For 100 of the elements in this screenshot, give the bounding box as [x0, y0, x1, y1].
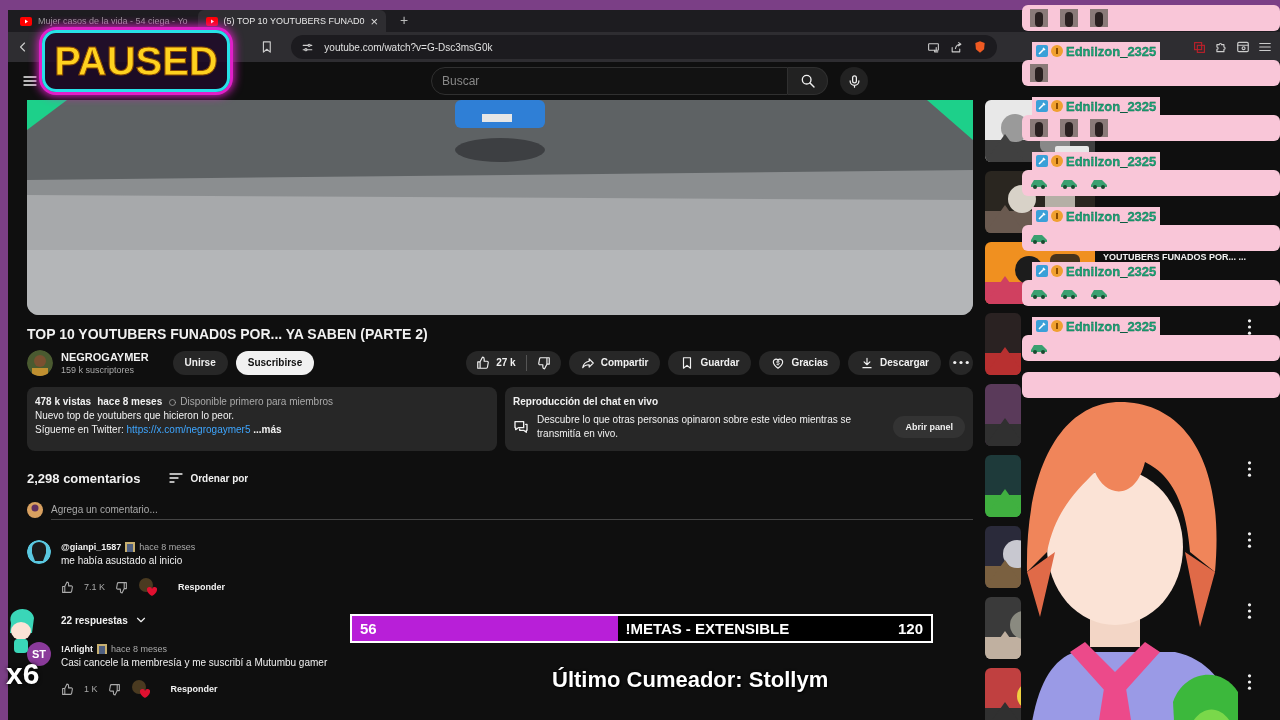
- portrait-emote-icon: [1090, 9, 1108, 27]
- more-icon[interactable]: [1246, 603, 1252, 619]
- replies-toggle[interactable]: 22 respuestas: [61, 612, 148, 628]
- address-bar[interactable]: youtube.com/watch?v=G-Dsc3msG0k: [291, 35, 997, 59]
- portrait-emote-icon: [1090, 119, 1108, 137]
- tool-badge-icon: [1036, 210, 1048, 222]
- car-emote-icon: [1090, 177, 1108, 189]
- coin-badge-icon: [1051, 45, 1063, 57]
- comment-text: me había asustado al inicio: [61, 554, 184, 568]
- car-emote-icon: [1030, 287, 1048, 299]
- member-badge-icon: [125, 542, 136, 552]
- chat-username: Ednilzon_2325: [1032, 317, 1161, 335]
- more-icon[interactable]: [1246, 461, 1252, 477]
- portrait-emote-icon: [1030, 64, 1048, 82]
- youtube-favicon-icon: [205, 16, 218, 26]
- video-title: TOP 10 YOUTUBERS FUNAD0S POR... YA SABEN (PARTE 2): [27, 325, 429, 343]
- channel-avatar[interactable]: [27, 349, 53, 376]
- chat-icon: [513, 419, 529, 435]
- channel-name[interactable]: NEGROGAYMER: [61, 350, 149, 363]
- like-icon[interactable]: [61, 580, 74, 594]
- more-link[interactable]: ...más: [253, 424, 282, 435]
- members-notice: Disponible primero para miembros: [180, 395, 334, 409]
- chat-username: Ednilzon_2325: [1032, 262, 1161, 280]
- search-field[interactable]: Buscar: [431, 67, 788, 95]
- sort-icon: [168, 470, 185, 486]
- sort-button[interactable]: Ordenar por: [168, 470, 249, 486]
- goal-label-suffix: - EXTENSIBLE: [685, 620, 790, 637]
- cast-icon[interactable]: [927, 40, 940, 54]
- save-button[interactable]: Guardar: [668, 350, 752, 375]
- reply-button[interactable]: Responder: [178, 582, 226, 592]
- shield-icon[interactable]: [973, 40, 987, 54]
- download-button[interactable]: Descargar: [848, 350, 941, 375]
- last-contributor-text: Último Cumeador: Stollym: [552, 667, 829, 692]
- comment-author[interactable]: @gianpi_1587: [61, 542, 122, 552]
- description-text: Nuevo top de youtubers que hicieron lo peor.: [35, 409, 236, 423]
- comment-time: hace 8 meses: [139, 542, 196, 552]
- comment-time: hace 8 meses: [111, 644, 168, 654]
- thanks-button[interactable]: Gracias: [759, 350, 841, 375]
- menu-icon[interactable]: [1258, 40, 1272, 54]
- car-emote-icon: [1030, 232, 1048, 244]
- like-button[interactable]: 27 k: [466, 355, 526, 370]
- goal-target: 120: [897, 620, 923, 637]
- reply-button[interactable]: Responder: [170, 684, 218, 694]
- creator-heart-icon: [130, 679, 151, 699]
- commenter-avatar[interactable]: [27, 540, 51, 564]
- microphone-button[interactable]: [840, 67, 868, 95]
- close-tab-button[interactable]: ×: [370, 13, 379, 29]
- chat-username: Ednilzon_2325: [1032, 152, 1161, 170]
- url-text: youtube.com/watch?v=G-Dsc3msG0k: [324, 41, 494, 53]
- like-count: 7.1 K: [84, 582, 105, 592]
- download-icon: [860, 355, 875, 370]
- open-panel-button[interactable]: Abrir panel: [893, 416, 965, 438]
- portrait-emote-icon: [1060, 119, 1078, 137]
- coin-badge-icon: [1051, 155, 1063, 167]
- chat-username: Ednilzon_2325: [1032, 207, 1161, 225]
- coin-badge-icon: [1051, 210, 1063, 222]
- dislike-icon: [536, 355, 551, 370]
- comment-count: 2,298 comentarios: [27, 470, 141, 486]
- car-emote-icon: [1030, 177, 1048, 189]
- creator-heart-icon: [138, 577, 158, 597]
- like-count: 1 K: [84, 684, 98, 694]
- goal-current: 56: [360, 620, 377, 637]
- car-emote-icon: [1060, 287, 1078, 299]
- tool-badge-icon: [1036, 100, 1048, 112]
- sidebar-icon[interactable]: [1236, 40, 1250, 54]
- goal-label: !METAS: [625, 620, 682, 637]
- coin-badge-icon: [1051, 265, 1063, 277]
- comment-author[interactable]: !Arlight: [61, 644, 93, 654]
- like-icon[interactable]: [61, 682, 74, 696]
- menu-icon[interactable]: [22, 73, 38, 89]
- subscribe-button[interactable]: Suscribirse: [235, 350, 315, 375]
- extensions-icon[interactable]: [1214, 40, 1228, 54]
- car-emote-icon: [1090, 287, 1108, 299]
- more-icon[interactable]: [1246, 674, 1252, 690]
- share-button[interactable]: Compartir: [568, 350, 661, 375]
- new-tab-button[interactable]: +: [394, 11, 415, 29]
- join-button[interactable]: Unirse: [172, 350, 228, 375]
- portrait-emote-icon: [1030, 119, 1048, 137]
- comment-text: Casi cancele la membresía y me suscribí a Mutumbu gamer: [61, 656, 328, 670]
- description-text: Sígueme en Twitter: https://x.com/negrogaymer5: [35, 424, 251, 435]
- browser-tab[interactable]: Mujer casos de la vida - 54 ciega - Yo: [12, 10, 196, 32]
- comment-field[interactable]: Agrega un comentario...: [51, 500, 973, 520]
- subscriber-count: 159 k suscriptores: [61, 364, 136, 375]
- video-title[interactable]: YOUTUBERS FUNADOS POR... ...: [1103, 252, 1246, 262]
- share-icon[interactable]: [950, 40, 963, 54]
- portrait-emote-icon: [1030, 9, 1048, 27]
- upload-date: hace 8 meses: [97, 395, 163, 409]
- twitter-link[interactable]: https://x.com/negrogaymer5: [126, 424, 251, 435]
- coin-badge-icon: [1051, 100, 1063, 112]
- more-icon[interactable]: [1246, 532, 1252, 548]
- youtube-favicon-icon: [20, 16, 32, 26]
- paused-banner: PAUSED: [42, 30, 230, 92]
- browser-tab[interactable]: (5) TOP 10 YOUTUBERS FUNAD0 ×: [197, 10, 387, 32]
- portrait-emote-icon: [1060, 9, 1078, 27]
- search-icon: [799, 73, 816, 89]
- dislike-icon[interactable]: [115, 580, 128, 594]
- more-button[interactable]: [949, 350, 973, 375]
- dislike-icon[interactable]: [107, 682, 121, 696]
- search-button[interactable]: [788, 67, 828, 95]
- more-icon[interactable]: [1246, 319, 1252, 335]
